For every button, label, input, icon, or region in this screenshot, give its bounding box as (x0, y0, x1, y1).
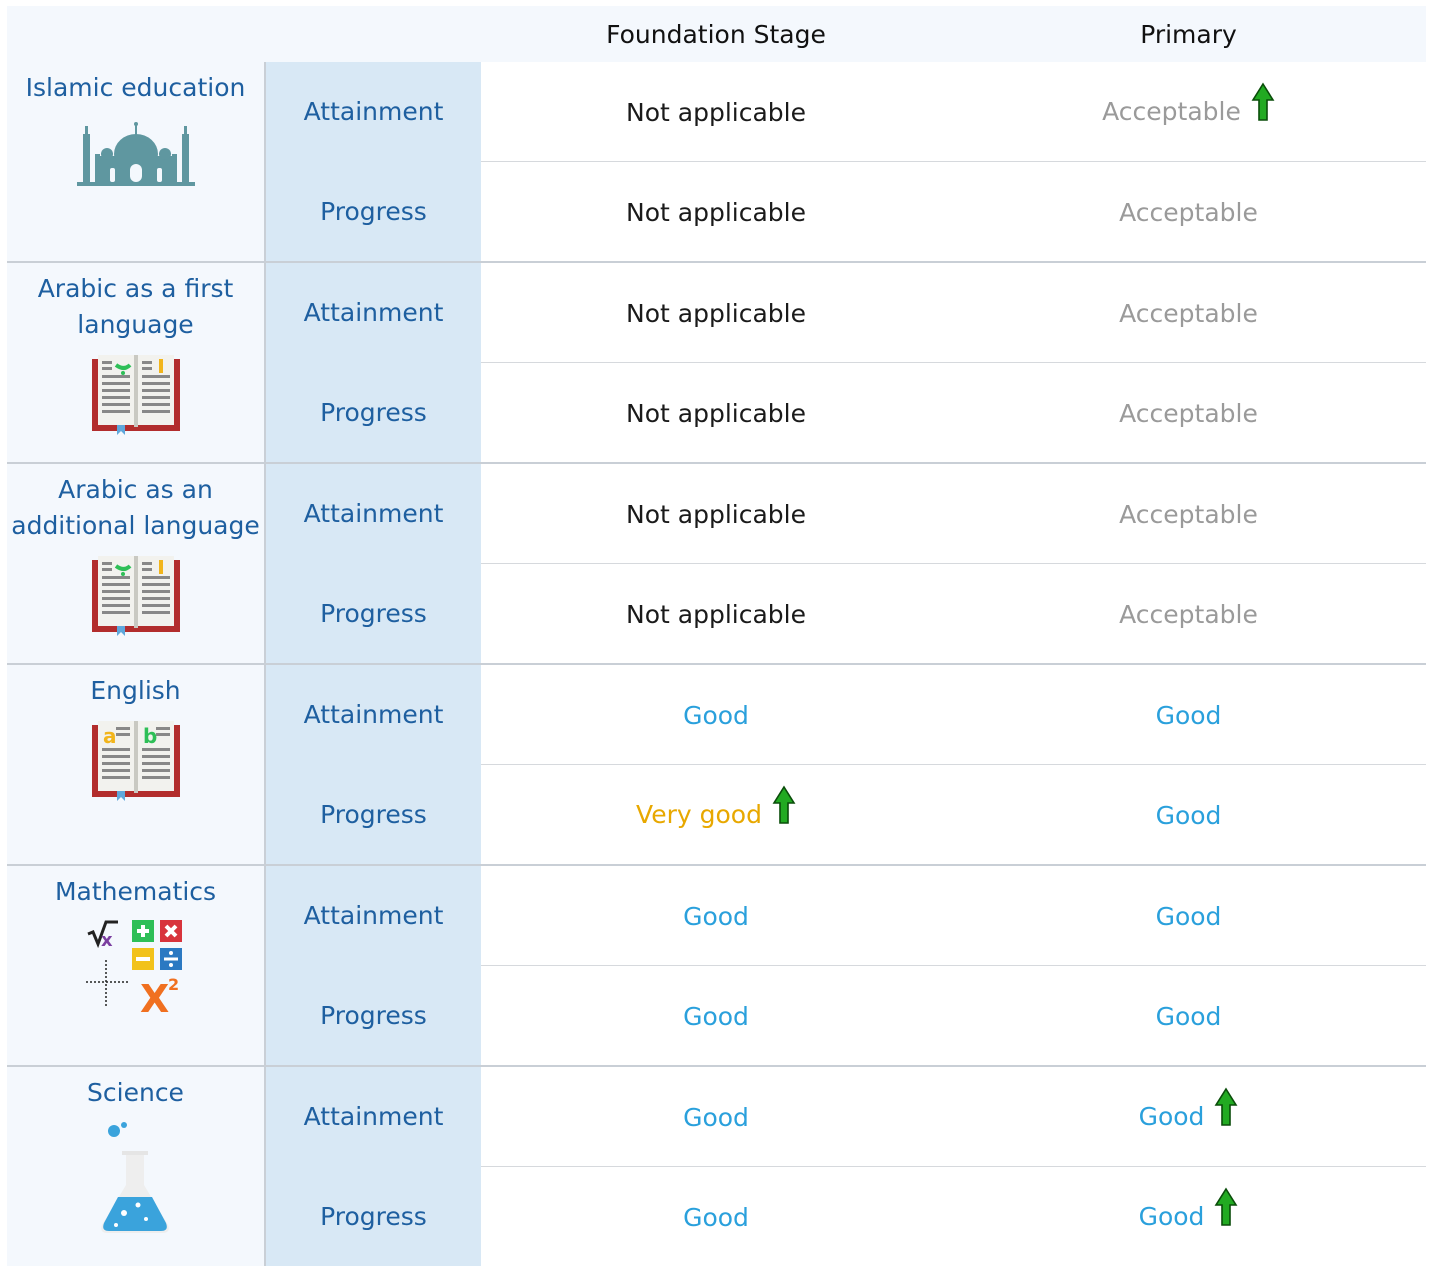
metric-label: Progress (265, 162, 481, 263)
metric-label: Attainment (265, 262, 481, 363)
foundation-rating-cell: Good (481, 664, 951, 765)
rating-value: Good (683, 1002, 749, 1031)
subject-cell-english: English a b (7, 664, 265, 865)
subject-name: Arabic as an additional language (7, 464, 264, 544)
arabic-book-icon (7, 554, 264, 638)
subject-cell-arabic-as-a-first-language: Arabic as a first language (7, 262, 265, 463)
svg-text:b: b (143, 724, 157, 748)
rating-value: Not applicable (626, 399, 806, 428)
primary-rating-cell: Good (951, 865, 1426, 966)
primary-rating-cell: Acceptable (951, 564, 1426, 665)
rating-value: Acceptable (1119, 299, 1258, 328)
flask-icon (7, 1121, 264, 1237)
foundation-rating-cell: Good (481, 1066, 951, 1167)
up-arrow-icon (1214, 1187, 1238, 1233)
rating-value: Good (1139, 1102, 1205, 1131)
up-arrow-icon (1251, 82, 1275, 128)
math-symbols-icon: x X 2 (7, 920, 264, 1016)
rating-value: Good (1156, 1002, 1222, 1031)
foundation-rating-cell: Not applicable (481, 162, 951, 263)
rating-value: Acceptable (1102, 97, 1241, 126)
rating-value: Acceptable (1119, 500, 1258, 529)
subject-name: Mathematics (7, 866, 264, 910)
metric-label: Progress (265, 564, 481, 665)
foundation-rating-cell: Not applicable (481, 62, 951, 162)
rating-value: Good (1156, 902, 1222, 931)
rating-value: Good (683, 902, 749, 931)
metric-label: Progress (265, 363, 481, 464)
rating-value: Not applicable (626, 98, 806, 127)
metric-label: Attainment (265, 1066, 481, 1167)
foundation-rating-cell: Not applicable (481, 564, 951, 665)
subject-name: Science (7, 1067, 264, 1111)
table-row: English a b Attainment Good Good (7, 664, 1426, 765)
mosque-icon (7, 116, 264, 188)
primary-rating-cell: Good (951, 1066, 1426, 1167)
svg-text:a: a (103, 724, 117, 748)
table-row: Arabic as an additional language Attainm… (7, 463, 1426, 564)
metric-label: Attainment (265, 865, 481, 966)
svg-text:x: x (101, 930, 113, 951)
foundation-rating-cell: Good (481, 966, 951, 1067)
rating-value: Good (1156, 801, 1222, 830)
rating-value: Acceptable (1119, 600, 1258, 629)
primary-rating-cell: Good (951, 664, 1426, 765)
rating-value: Good (1156, 701, 1222, 730)
primary-rating-cell: Acceptable (951, 162, 1426, 263)
table-row: Mathematics x X 2AttainmentGoodGood (7, 865, 1426, 966)
header-foundation-stage: Foundation Stage (481, 6, 951, 62)
rating-value: Not applicable (626, 500, 806, 529)
arabic-book-icon (7, 353, 264, 437)
foundation-rating-cell: Not applicable (481, 463, 951, 564)
rating-value: Good (683, 1203, 749, 1232)
rating-value: Acceptable (1119, 399, 1258, 428)
foundation-rating-cell: Very good (481, 765, 951, 866)
primary-rating-cell: Good (951, 1167, 1426, 1266)
subject-cell-islamic-education: Islamic education (7, 62, 265, 262)
subject-cell-mathematics: Mathematics x X 2 (7, 865, 265, 1066)
foundation-rating-cell: Not applicable (481, 262, 951, 363)
rating-value: Good (683, 1103, 749, 1132)
primary-rating-cell: Acceptable (951, 363, 1426, 464)
up-arrow-icon (772, 785, 796, 831)
foundation-rating-cell: Good (481, 1167, 951, 1266)
foundation-rating-cell: Good (481, 865, 951, 966)
table-row: Arabic as a first language Attainment Not… (7, 262, 1426, 363)
subject-name: Arabic as a first language (7, 263, 264, 343)
header-blank (7, 6, 481, 62)
primary-rating-cell: Acceptable (951, 262, 1426, 363)
rating-value: Very good (636, 800, 762, 829)
rating-value: Good (683, 701, 749, 730)
rating-value: Acceptable (1119, 198, 1258, 227)
subject-cell-arabic-as-an-additional-language: Arabic as an additional language (7, 463, 265, 664)
metric-label: Attainment (265, 463, 481, 564)
metric-label: Attainment (265, 664, 481, 765)
subject-cell-science: Science (7, 1066, 265, 1266)
rating-value: Good (1139, 1202, 1205, 1231)
table-row: Science Attainment Good Good (7, 1066, 1426, 1167)
metric-label: Progress (265, 765, 481, 866)
metric-label: Progress (265, 966, 481, 1067)
primary-rating-cell: Good (951, 765, 1426, 866)
rating-value: Not applicable (626, 600, 806, 629)
header-primary: Primary (951, 6, 1426, 62)
metric-label: Attainment (265, 62, 481, 162)
rating-value: Not applicable (626, 299, 806, 328)
metric-label: Progress (265, 1167, 481, 1266)
subject-ratings-table: Foundation Stage Primary Islamic educati… (7, 6, 1426, 1266)
svg-text:X: X (140, 977, 169, 1016)
foundation-rating-cell: Not applicable (481, 363, 951, 464)
svg-text:2: 2 (168, 975, 179, 994)
english-book-icon: a b (7, 719, 264, 803)
primary-rating-cell: Acceptable (951, 62, 1426, 162)
subject-name: Islamic education (7, 62, 264, 106)
subject-name: English (7, 665, 264, 709)
up-arrow-icon (1214, 1087, 1238, 1133)
header-row: Foundation Stage Primary (7, 6, 1426, 62)
rating-value: Not applicable (626, 198, 806, 227)
table-row: Islamic education Attainment Not applicab… (7, 62, 1426, 162)
primary-rating-cell: Good (951, 966, 1426, 1067)
primary-rating-cell: Acceptable (951, 463, 1426, 564)
